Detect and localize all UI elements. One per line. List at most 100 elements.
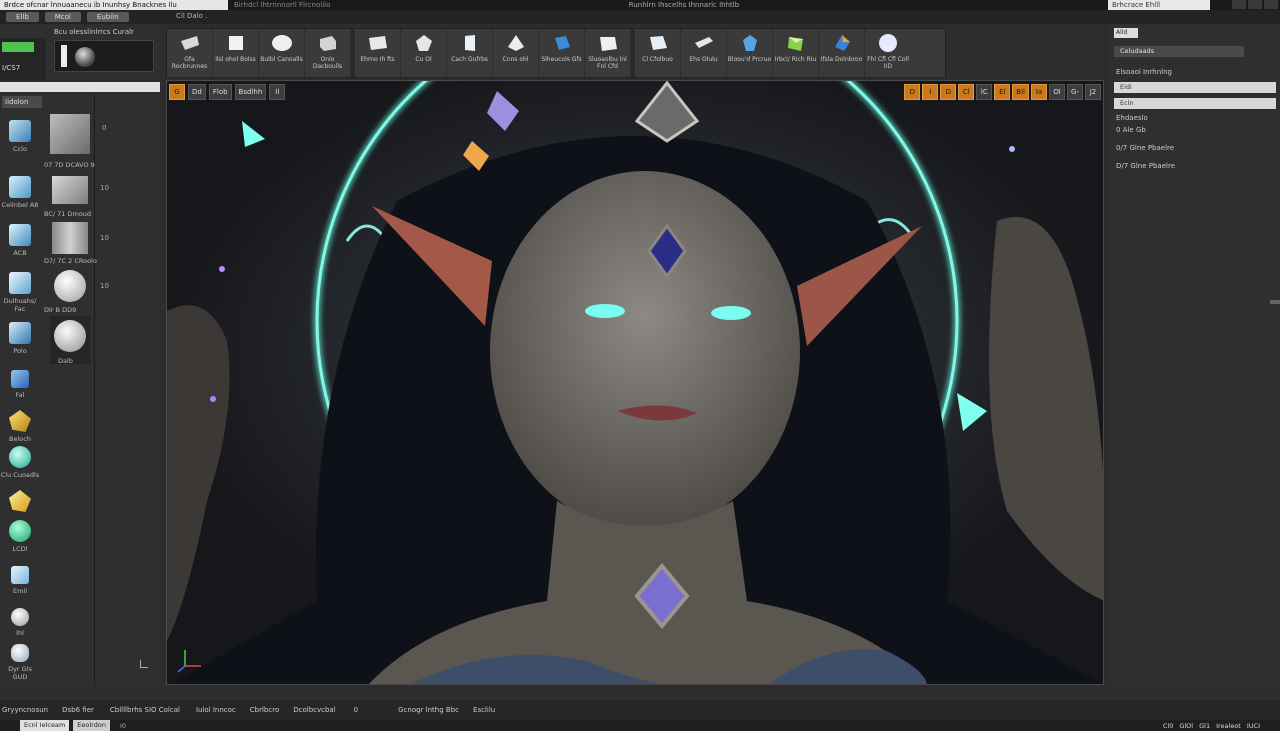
bottom-tab[interactable]: Eeolrdon: [73, 720, 110, 731]
render-scene[interactable]: [167, 81, 1104, 685]
ribbon-button[interactable]: Ilsl ohol Bolss: [213, 29, 259, 77]
tool-item[interactable]: Beloch: [0, 410, 40, 443]
render-option-button[interactable]: G-: [1067, 84, 1083, 100]
status-right-item: Irealeot: [1216, 721, 1241, 730]
material-swatch[interactable]: [50, 114, 90, 154]
ribbon-button[interactable]: Ehrno Ih fts: [355, 29, 401, 77]
ribbon-button[interactable]: Bloou'd Prcruo: [727, 29, 773, 77]
property-row[interactable]: 0/7 Glne Pbaelre: [1116, 144, 1174, 152]
material-count: 10: [100, 234, 109, 242]
maximize-button[interactable]: [1248, 0, 1262, 9]
bottom-tab-bar: Ecnl Ielceam Eeolrdon I0 Cl0 GlOl Gl1 Ir…: [0, 720, 1280, 731]
tool-item[interactable]: Dyr Gls GUD: [0, 644, 40, 681]
material-swatch[interactable]: [54, 270, 86, 302]
render-option-button[interactable]: Bil: [1012, 84, 1029, 100]
status-item: Cbllllbrhs SIO Colcal: [109, 706, 180, 714]
face: [490, 171, 800, 531]
ribbon-button[interactable]: Cl Cfolbuo: [635, 29, 681, 77]
slab-shape-icon: [599, 37, 617, 51]
render-option-button[interactable]: D: [904, 84, 921, 100]
ribbon-button[interactable]: Sluoaolbu lnl Fnl Cfd: [585, 29, 631, 77]
bottom-tab[interactable]: Ecnl Ielceam: [20, 720, 70, 731]
workspace-field[interactable]: Brhcrace Ehlll: [1108, 0, 1210, 10]
property-label: 0 Ale Gb: [1116, 126, 1146, 134]
material-tool-icon: [11, 370, 29, 388]
material-swatch[interactable]: [52, 176, 88, 204]
ribbon-button[interactable]: Cnns ohl: [493, 29, 539, 77]
close-button[interactable]: [1264, 0, 1278, 9]
tool-item[interactable]: [0, 490, 40, 515]
ribbon-button[interactable]: Slheucols Gfs: [539, 29, 585, 77]
tool-item[interactable]: Dulhuahs/ Fac: [0, 272, 40, 313]
preset-preview[interactable]: [54, 40, 154, 72]
tool-item[interactable]: Polo: [0, 322, 40, 355]
menu-bar: Ellb Mcol Eubiln Cil Dalo .: [0, 10, 1280, 24]
ribbon-button[interactable]: Onlo Dacboulls: [305, 29, 351, 77]
gem2-shape-icon: [834, 35, 850, 51]
ribbon-button[interactable]: Ehs Olulu: [681, 29, 727, 77]
tool-item[interactable]: Cclo: [0, 120, 40, 153]
menu-item-1[interactable]: Ellb: [6, 12, 39, 22]
brush-settings-panel: I/CS7 Bcu olesslinlrrcs Curalr: [0, 24, 160, 80]
3d-viewport[interactable]: G Dd Flob Bsdlhh Il D I D Cl lC El Bil I…: [166, 80, 1104, 685]
property-field[interactable]: Ecln: [1114, 98, 1276, 109]
ribbon-button[interactable]: Bulbl Canoalls: [259, 29, 305, 77]
minimize-button[interactable]: [1232, 0, 1246, 9]
active-brush-indicator[interactable]: [2, 42, 34, 52]
panel-resize-handle[interactable]: [140, 660, 148, 668]
render-option-button[interactable]: I: [922, 84, 939, 100]
render-option-button[interactable]: Ol: [1049, 84, 1065, 100]
material-label: BC/ 71 Dmoud: [44, 210, 92, 218]
render-option-button[interactable]: lC: [976, 84, 993, 100]
plane-tool-icon: [9, 322, 31, 344]
viewport-toolbar: G Dd Flob Bsdlhh Il D I D Cl lC El Bil I…: [167, 81, 1103, 103]
ribbon-button[interactable]: Irbci/ Rich Riu: [773, 29, 819, 77]
material-label: D7/ 7C 2 CRoolo: [44, 257, 97, 265]
panel-scroll-handle[interactable]: [1270, 300, 1280, 304]
material-swatch[interactable]: [54, 320, 86, 352]
ribbon-button[interactable]: Cach Gufrbs: [447, 29, 493, 77]
material-label: 07 7D DCAVO 9: [44, 161, 95, 169]
ribbon-button[interactable]: Ifsla Dolnbroo: [819, 29, 865, 77]
property-row[interactable]: D/7 Glne Pbaelre: [1116, 162, 1175, 170]
viewport-button[interactable]: Flob: [208, 84, 232, 100]
viewport-button[interactable]: Dd: [188, 84, 206, 100]
menu-item-2[interactable]: Mcol: [44, 12, 81, 22]
ribbon-button[interactable]: Fhl Cfl Cfl Coll IID: [865, 29, 911, 77]
viewport-button[interactable]: Il: [269, 84, 286, 100]
app-window: Brdce ofcnar lnnuaanecu ib Inunhsy Bnack…: [0, 0, 1280, 731]
teal-orb-icon: [9, 520, 31, 542]
preset-swatch: [61, 45, 67, 67]
tile-shape-icon: [649, 36, 667, 50]
ribbon-button[interactable]: Gfa Rocbrunnes: [167, 29, 213, 77]
tool-item[interactable]: LCDl: [0, 520, 40, 553]
viewport-mode-button[interactable]: G: [169, 84, 185, 100]
sparkle: [1009, 146, 1015, 152]
render-option-button[interactable]: Cl: [958, 84, 975, 100]
tab-tools[interactable]: Iidolon: [2, 96, 42, 108]
tool-item[interactable]: Fal: [0, 370, 40, 399]
ribbon-button[interactable]: Cu Ol: [401, 29, 447, 77]
brush-preview[interactable]: I/CS7: [0, 38, 46, 80]
render-option-button[interactable]: Ia: [1031, 84, 1047, 100]
tool-item[interactable]: Ceilnbel A8: [0, 176, 40, 209]
property-label: Ehdaeslo: [1116, 114, 1148, 122]
object-name-field[interactable]: Celudaads: [1114, 46, 1244, 57]
tool-item[interactable]: Emil: [0, 566, 40, 595]
render-option-button[interactable]: El: [994, 84, 1011, 100]
render-option-button[interactable]: J2: [1085, 84, 1101, 100]
axis-gizmo[interactable]: [175, 644, 205, 674]
tool-item[interactable]: ACB: [0, 224, 40, 257]
property-field[interactable]: Eidi: [1114, 82, 1276, 93]
menu-item-3[interactable]: Eubiln: [86, 12, 129, 22]
prism2-shape-icon: [787, 37, 803, 51]
viewport-button[interactable]: Bsdlhh: [234, 84, 267, 100]
file-label[interactable]: Cil Dalo .: [176, 12, 207, 20]
tool-item[interactable]: Clu Cuoadls: [0, 446, 40, 479]
brush-tool-icon: [9, 272, 31, 294]
status-right: Cl0 GlOl Gl1 Irealeot IUCI: [1163, 720, 1260, 731]
material-swatch[interactable]: [52, 222, 88, 254]
tool-item[interactable]: Ihl: [0, 608, 40, 637]
sparkle: [210, 396, 216, 402]
render-option-button[interactable]: D: [940, 84, 957, 100]
